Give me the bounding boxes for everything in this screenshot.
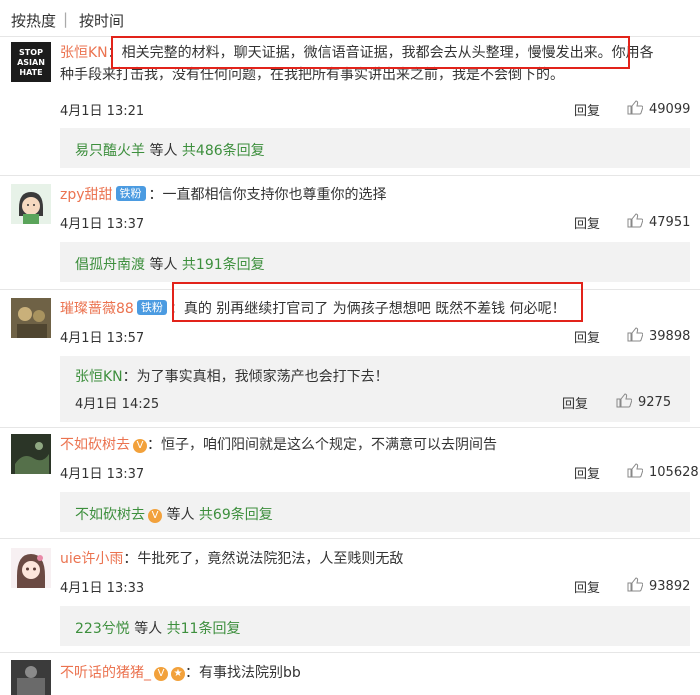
replies-summary[interactable]: 不如砍树去 V 等人 共69条回复 <box>60 492 690 532</box>
comment-text: 不听话的猪猪_ V ★ ：有事找法院别bb <box>60 662 301 684</box>
replies-summary[interactable]: 倡孤舟南渡 等人 共191条回复 <box>60 242 690 282</box>
comment-body: ：恒子，咱们阳间就是这么个规定，不满意可以去阴间告 <box>147 437 497 453</box>
replies-mid: 等人 <box>134 621 163 637</box>
comment-username[interactable]: 璀璨蔷薇88 <box>60 301 134 317</box>
like-count: 39898 <box>649 329 691 344</box>
comment-text: zpy甜甜 铁粉 ：一直都相信你支持你也尊重你的选择 <box>60 184 387 206</box>
avatar[interactable]: STOP ASIAN HATE <box>11 42 51 82</box>
sort-by-time-tab[interactable]: 按时间 <box>79 10 124 31</box>
reply-username[interactable]: 不如砍树去 <box>75 507 145 523</box>
thumbs-up-icon <box>627 463 643 478</box>
highlight-box <box>111 36 630 69</box>
sort-bar: 按热度 | 按时间 <box>0 0 700 40</box>
stop-asian-hate-avatar-icon: STOP ASIAN HATE <box>11 42 51 82</box>
replies-count-link[interactable]: 共486条回复 <box>182 143 265 159</box>
replies-count-link[interactable]: 共69条回复 <box>199 507 273 523</box>
comment-username[interactable]: 张恒KN <box>60 45 108 61</box>
thumbs-up-icon <box>627 213 643 228</box>
like-count: 93892 <box>649 579 691 594</box>
comment-body-line2: 种手段来打击我，没有任何问题，在我把所有事实讲出来之前，我是不会倒下的。 <box>60 67 564 83</box>
like-button[interactable]: 49099 <box>627 100 690 117</box>
reply-button[interactable]: 回复 <box>562 393 588 412</box>
like-button[interactable]: 105628 <box>627 463 699 480</box>
avatar[interactable] <box>11 184 51 224</box>
comment-body: ：一直都相信你支持你也尊重你的选择 <box>148 187 387 203</box>
vip-icon: V <box>133 439 147 453</box>
reply-button[interactable]: 回复 <box>574 463 600 482</box>
anime-girl-avatar-icon <box>11 548 51 588</box>
divider <box>0 427 700 428</box>
replies-summary[interactable]: 223兮悦 等人 共11条回复 <box>60 606 690 646</box>
thumbs-up-icon <box>627 327 643 342</box>
divider <box>0 652 700 653</box>
svg-text:STOP: STOP <box>19 48 43 57</box>
fan-badge: 铁粉 <box>136 300 167 315</box>
thumbs-up-icon <box>627 577 643 592</box>
divider <box>0 538 700 539</box>
reply-date: 4月1日 14:25 <box>75 397 160 412</box>
comment-date: 4月1日 13:37 <box>60 467 145 482</box>
reply-button[interactable]: 回复 <box>574 327 600 346</box>
comment-date: 4月1日 13:21 <box>60 104 145 119</box>
fan-badge: 铁粉 <box>115 186 146 201</box>
sort-by-hot-tab[interactable]: 按热度 <box>11 10 56 31</box>
comment-text: 不如砍树去 V ：恒子，咱们阳间就是这么个规定，不满意可以去阴间告 <box>60 434 497 456</box>
replies-summary[interactable]: 易只醢火羊 等人 共486条回复 <box>60 128 690 168</box>
comment-username[interactable]: uie许小雨 <box>60 551 123 567</box>
reply-username[interactable]: 张恒KN <box>75 369 123 385</box>
like-count: 49099 <box>649 102 691 117</box>
comment-username[interactable]: zpy甜甜 <box>60 187 113 203</box>
comment-username[interactable]: 不听话的猪猪_ <box>60 665 151 681</box>
comment-date: 4月1日 13:57 <box>60 331 145 346</box>
photo-avatar-icon <box>11 298 51 338</box>
vip-icon: V <box>154 667 168 681</box>
svg-text:ASIAN: ASIAN <box>17 58 45 67</box>
reply-button[interactable]: 回复 <box>574 577 600 596</box>
reply-username[interactable]: 223兮悦 <box>75 621 130 637</box>
thumbs-up-icon <box>627 100 643 115</box>
vip-icon: V <box>148 509 162 523</box>
avatar[interactable] <box>11 434 51 474</box>
avatar[interactable] <box>11 298 51 338</box>
like-button[interactable]: 9275 <box>616 393 671 410</box>
comment-text: uie许小雨：牛批死了，竟然说法院犯法，人至贱则无敌 <box>60 548 403 570</box>
like-count: 9275 <box>638 395 672 410</box>
highlight-box <box>172 282 583 322</box>
replies-mid: 等人 <box>149 143 178 159</box>
cartoon-girl-avatar-icon <box>11 184 51 224</box>
sort-separator: | <box>63 10 69 28</box>
reply-item: 张恒KN：为了事实真相，我倾家荡产也会打下去！ 4月1日 14:25 回复 92… <box>60 356 690 422</box>
reply-username[interactable]: 易只醢火羊 <box>75 143 145 159</box>
like-button[interactable]: 47951 <box>627 213 690 230</box>
comment-date: 4月1日 13:37 <box>60 217 145 232</box>
reply-body: ：为了事实真相，我倾家荡产也会打下去！ <box>122 369 389 385</box>
avatar[interactable] <box>11 548 51 588</box>
avatar[interactable] <box>11 660 51 695</box>
divider <box>0 175 700 176</box>
dark-photo-avatar-icon <box>11 434 51 474</box>
photo-avatar-icon <box>11 660 51 695</box>
reply-button[interactable]: 回复 <box>574 213 600 232</box>
crown-icon: ★ <box>171 667 185 681</box>
svg-text:HATE: HATE <box>19 68 42 77</box>
like-count: 105628 <box>649 465 699 480</box>
comment-body: ：牛批死了，竟然说法院犯法，人至贱则无敌 <box>123 551 404 567</box>
replies-mid: 等人 <box>166 507 195 523</box>
like-count: 47951 <box>649 215 691 230</box>
reply-button[interactable]: 回复 <box>574 100 600 119</box>
replies-count-link[interactable]: 共11条回复 <box>167 621 241 637</box>
comment-body: ：有事找法院别bb <box>185 665 301 681</box>
like-button[interactable]: 39898 <box>627 327 690 344</box>
replies-mid: 等人 <box>149 257 178 273</box>
replies-count-link[interactable]: 共191条回复 <box>182 257 265 273</box>
comment-date: 4月1日 13:33 <box>60 581 145 596</box>
comment-username[interactable]: 不如砍树去 <box>60 437 130 453</box>
like-button[interactable]: 93892 <box>627 577 690 594</box>
reply-username[interactable]: 倡孤舟南渡 <box>75 257 145 273</box>
thumbs-up-icon <box>616 393 632 408</box>
